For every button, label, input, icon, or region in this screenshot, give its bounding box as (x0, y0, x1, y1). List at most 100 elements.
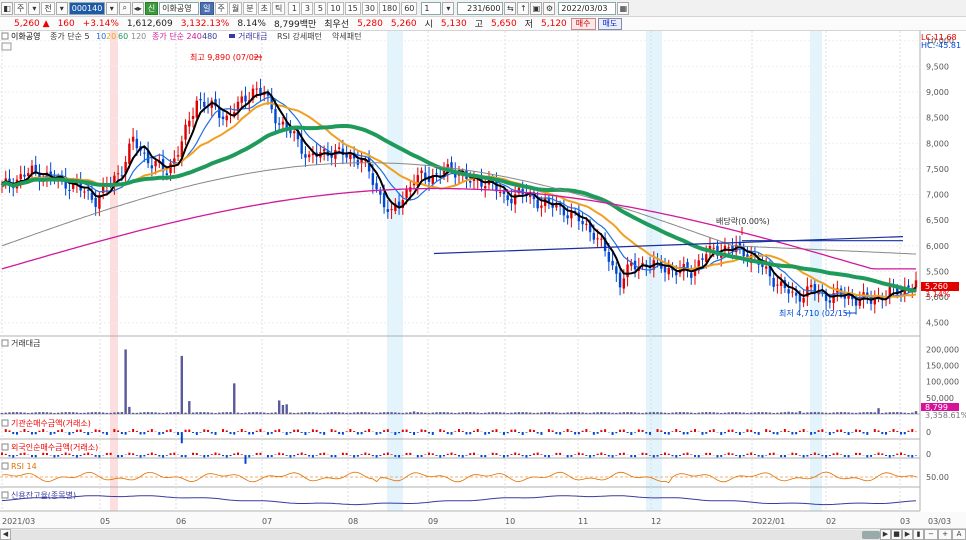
date-input[interactable]: 2022/03/03 (558, 1, 617, 15)
prev-next-icon[interactable]: ◂▸ (131, 1, 144, 15)
zoom-in-icon[interactable]: + (938, 529, 952, 540)
chevron-down-icon[interactable]: ▾ (442, 1, 455, 15)
gear-icon[interactable]: ⚙ (543, 1, 556, 15)
volume-bar (23, 412, 26, 414)
foreign-bar (394, 455, 397, 457)
inst-bar (192, 432, 195, 433)
scroll-left-icon[interactable]: ◀ (0, 529, 11, 540)
pane-toggle-icon[interactable] (1, 491, 9, 499)
inst-zero-label: 0 (926, 428, 931, 437)
foreign-bar (903, 454, 906, 455)
inst-bar (559, 432, 562, 435)
volume-bar (588, 412, 592, 414)
interval-button-5[interactable]: 30 (361, 1, 378, 15)
tab-5[interactable]: 틱 (272, 1, 286, 15)
interval-button-7[interactable]: 60 (401, 1, 418, 15)
count-input[interactable]: 1 (421, 1, 442, 15)
volume-bar (367, 412, 371, 414)
interval-button-3[interactable]: 10 (327, 1, 344, 15)
buy-button[interactable]: 매수 (570, 17, 596, 30)
foreign-bar (386, 452, 389, 455)
tab-3[interactable]: 분 (243, 1, 257, 15)
dropdown-icon[interactable]: ▾ (105, 1, 118, 15)
legend-vol-label: 거래대금 (238, 32, 267, 41)
pane-toggle-icon[interactable] (1, 339, 9, 347)
scroll-thumb[interactable] (862, 530, 880, 539)
candle-body (626, 264, 629, 278)
zoom-icon[interactable]: ⇆ (504, 1, 517, 15)
volume-bar (607, 412, 611, 414)
pane-toggle-icon[interactable] (1, 419, 9, 427)
interval-button-2[interactable]: 5 (314, 1, 327, 15)
volume-bar (720, 412, 723, 414)
inst-bar (398, 432, 401, 434)
stock-chart[interactable]: 10,0009,5009,0008,5008,0007,5007,0006,50… (0, 31, 966, 528)
low-price: 5,120 (541, 18, 567, 29)
volume-bar (693, 413, 697, 414)
inst-bar (828, 432, 831, 435)
interval-button-6[interactable]: 180 (378, 1, 401, 15)
tab-0[interactable]: 일 (200, 1, 214, 15)
scroll-track[interactable] (11, 529, 880, 540)
save-icon[interactable]: ▣ (530, 1, 543, 15)
scroll-right-icon[interactable]: ▶ (880, 529, 891, 540)
chevron-down-icon[interactable]: ▾ (28, 1, 41, 15)
volume-bar (723, 412, 727, 414)
foreign-bar (214, 452, 217, 455)
grid-icon[interactable] (1, 42, 12, 51)
font-icon[interactable]: A (952, 529, 966, 540)
inst-bar (409, 432, 412, 433)
volume-bar (903, 412, 906, 414)
volume-bar (690, 412, 693, 414)
play-icon[interactable]: ■ (891, 529, 902, 540)
inst-bar (315, 429, 318, 432)
tab-2[interactable]: 월 (228, 1, 243, 15)
zoom-out-icon[interactable]: − (924, 529, 938, 540)
inst-bar (132, 429, 135, 432)
volume-bar (821, 412, 824, 414)
inst-bar (622, 429, 625, 432)
search-icon[interactable]: ⌕ (118, 1, 131, 15)
date-axis-label: 10 (505, 517, 515, 526)
pane-toggle-icon[interactable] (1, 443, 9, 451)
volume-bar (225, 412, 228, 414)
tab-1[interactable]: 주 (214, 1, 228, 15)
foreign-bar (589, 455, 592, 458)
price-axis-label: 9,500 (926, 62, 949, 71)
volume-bar (480, 413, 483, 414)
inst-bar (836, 429, 839, 432)
volume-bar (94, 412, 97, 414)
market-select[interactable]: 전 (41, 1, 55, 15)
interval-button-1[interactable]: 3 (301, 1, 314, 15)
volume-bar (210, 412, 213, 414)
inst-bar (656, 429, 659, 432)
interval-button-0[interactable]: 1 (288, 1, 301, 15)
volume-bar (562, 412, 566, 414)
inst-bar (42, 429, 45, 432)
inst-bar (735, 432, 738, 433)
stock-code-input[interactable]: 000140 (68, 1, 105, 15)
foreign-bar (1, 452, 3, 455)
candle-body (371, 173, 375, 185)
tab-4[interactable]: 초 (257, 1, 271, 15)
pause-icon[interactable]: ▶ (902, 529, 913, 540)
period-select[interactable]: 주 (14, 1, 28, 15)
pane-toggle-icon[interactable] (1, 462, 9, 470)
interval-button-4[interactable]: 15 (344, 1, 361, 15)
volume-bar (311, 412, 315, 414)
chart-menu-icon[interactable]: ◧ (1, 1, 13, 15)
inst-bar (645, 432, 648, 434)
inst-bar (458, 429, 460, 432)
arrow-up-icon[interactable]: ↑ (517, 1, 530, 15)
foreign-bar (525, 455, 528, 458)
volume-bar (742, 412, 745, 414)
sell-button[interactable]: 매도 (597, 17, 623, 30)
fit-icon[interactable]: ▮ (913, 529, 924, 540)
chevron-down-icon[interactable]: ▾ (55, 1, 68, 15)
foreign-bar (431, 453, 434, 455)
legend-toggle-icon[interactable] (1, 32, 9, 40)
volume-bar (461, 412, 464, 414)
calendar-icon[interactable]: ▦ (617, 1, 630, 15)
volume-bar (615, 412, 618, 414)
volume-bar (360, 412, 363, 414)
